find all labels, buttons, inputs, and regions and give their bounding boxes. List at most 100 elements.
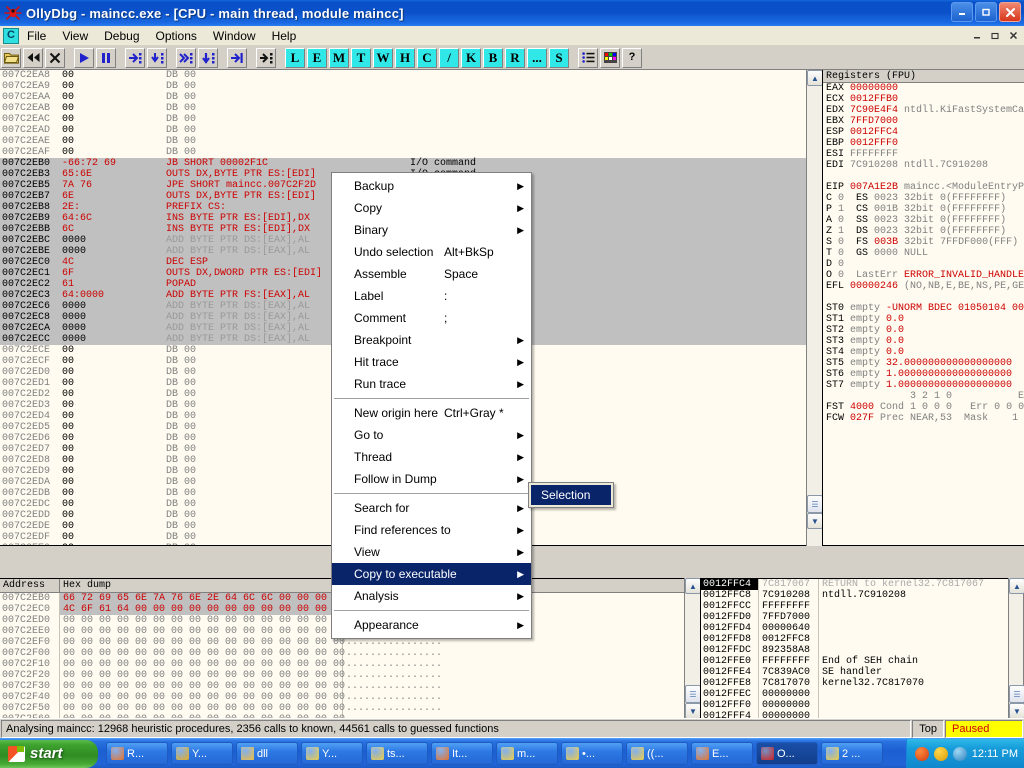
taskbar-button[interactable]: dll <box>236 742 298 765</box>
close-button[interactable] <box>999 2 1021 22</box>
disassembly-row[interactable]: 007C2EAE 00 DB 00 <box>0 136 821 147</box>
submenu-item-selection[interactable]: Selection <box>531 485 611 505</box>
trace-over-button[interactable] <box>198 47 218 68</box>
context-menu-item-analysis[interactable]: Analysis ▶ <box>332 585 531 607</box>
fpu-bit-header[interactable]: 3 2 1 0 E S P <box>823 391 1024 402</box>
patches-button[interactable]: / <box>439 47 459 68</box>
stack-row[interactable]: 0012FFD8 0012FFC8 <box>701 634 1024 645</box>
scroll-up-button[interactable]: ▲ <box>807 70 823 86</box>
menu-item-file[interactable]: File <box>19 27 54 45</box>
menu-item-help[interactable]: Help <box>264 27 305 45</box>
context-menu-item-copy-to-executable[interactable]: Copy to executable ▶ <box>332 563 531 585</box>
disassembly-row[interactable]: 007C2EAD 00 DB 00 <box>0 125 821 136</box>
stack-row[interactable]: 0012FFDC 892358A8 <box>701 645 1024 656</box>
step-over-button[interactable] <box>147 47 167 68</box>
context-menu-item-thread[interactable]: Thread ▶ <box>332 446 531 468</box>
call-stack-button[interactable]: K <box>461 47 481 68</box>
dump-row[interactable]: 007C2F20 00 00 00 00 00 00 00 00 00 00 00… <box>0 670 699 681</box>
disassembly-row[interactable]: 007C2EA8 00 DB 00 <box>0 70 821 81</box>
flag-p[interactable]: P 1 CS 001B 32bit 0(FFFFFFFF) <box>823 204 1024 215</box>
disassembly-row[interactable]: 007C2EAC 00 DB 00 <box>0 114 821 125</box>
source-button[interactable]: S <box>549 47 569 68</box>
context-menu-item-new-origin-here[interactable]: New origin here Ctrl+Gray * <box>332 402 531 424</box>
run-to-selection-button[interactable] <box>256 47 276 68</box>
copy-to-executable-submenu[interactable]: Selection <box>528 482 614 508</box>
mdi-minimize-button[interactable] <box>969 27 986 43</box>
minimize-button[interactable] <box>951 2 973 22</box>
dump-scroll-thumb[interactable]: ☰ <box>685 685 701 703</box>
context-menu-item-appearance[interactable]: Appearance ▶ <box>332 614 531 636</box>
volume-tray-icon[interactable] <box>952 746 967 761</box>
run-button[interactable] <box>74 47 94 68</box>
taskbar-button[interactable]: R... <box>106 742 168 765</box>
stack-row[interactable]: 0012FFD0 7FFD7000 <box>701 612 1024 623</box>
dump-header-address[interactable]: Address <box>0 579 60 592</box>
context-menu-item-assemble[interactable]: Assemble Space <box>332 263 531 285</box>
stack-row[interactable]: 0012FFE8 7C817070 kernel32.7C817070 <box>701 678 1024 689</box>
context-menu-item-label[interactable]: Label: <box>332 285 531 307</box>
register-esp[interactable]: ESP 0012FFC4 <box>823 127 1024 138</box>
mdi-close-button[interactable] <box>1005 27 1022 43</box>
fpu-st3[interactable]: ST3 empty 0.0 <box>823 336 1024 347</box>
log-window-button[interactable]: L <box>285 47 305 68</box>
register-efl[interactable]: EFL 00000246 (NO,NB,E,BE,NS,PE,GE <box>823 281 1024 292</box>
stack-scrollbar[interactable]: ▲ ☰ ▼ <box>1008 578 1024 719</box>
flag-c[interactable]: C 0 ES 0023 32bit 0(FFFFFFFF) <box>823 193 1024 204</box>
execute-till-return-button[interactable] <box>227 47 247 68</box>
register-fst[interactable]: FST 4000 Cond 1 0 0 0 Err 0 0 0 <box>823 402 1024 413</box>
disassembly-row[interactable]: 007C2EAA 00 DB 00 <box>0 92 821 103</box>
context-menu-item-find-references-to[interactable]: Find references to ▶ <box>332 519 531 541</box>
windows-button[interactable]: W <box>373 47 393 68</box>
stack-row[interactable]: 0012FFEC 00000000 <box>701 689 1024 700</box>
stack-pane[interactable]: 0012FFC4 7C817067 RETURN to kernel32.7C817… <box>700 578 1024 718</box>
taskbar-button[interactable]: m... <box>496 742 558 765</box>
tray-clock[interactable]: 12:11 PM <box>972 748 1018 760</box>
step-into-button[interactable] <box>125 47 145 68</box>
fpu-st5[interactable]: ST5 empty 32.000000000000000000 <box>823 358 1024 369</box>
context-menu-item-search-for[interactable]: Search for ▶ <box>332 497 531 519</box>
memory-map-button[interactable]: M <box>329 47 349 68</box>
context-menu-item-breakpoint[interactable]: Breakpoint ▶ <box>332 329 531 351</box>
fpu-st0[interactable]: ST0 empty -UNORM BDEC 01050104 00 <box>823 303 1024 314</box>
flag-z[interactable]: Z 1 DS 0023 32bit 0(FFFFFFFF) <box>823 226 1024 237</box>
taskbar-button[interactable]: O... <box>756 742 818 765</box>
menu-item-debug[interactable]: Debug <box>96 27 147 45</box>
stack-scroll-up-button[interactable]: ▲ <box>1009 578 1024 594</box>
close-program-button[interactable] <box>45 47 65 68</box>
cpu-button[interactable]: C <box>417 47 437 68</box>
run-trace-button[interactable]: ... <box>527 47 547 68</box>
dump-row[interactable]: 007C2F10 00 00 00 00 00 00 00 00 00 00 00… <box>0 659 699 670</box>
taskbar-button[interactable]: Y... <box>171 742 233 765</box>
stack-row[interactable]: 0012FFE4 7C839AC0 SE handler <box>701 667 1024 678</box>
context-menu-item-run-trace[interactable]: Run trace ▶ <box>332 373 531 395</box>
references-button[interactable]: R <box>505 47 525 68</box>
threads-button[interactable]: T <box>351 47 371 68</box>
menu-item-window[interactable]: Window <box>205 27 264 45</box>
question-icon[interactable]: ? <box>622 47 642 68</box>
fpu-st4[interactable]: ST4 empty 0.0 <box>823 347 1024 358</box>
messenger-tray-icon[interactable] <box>914 746 929 761</box>
register-edx[interactable]: EDX 7C90E4F4 ntdll.KiFastSystemCa <box>823 105 1024 116</box>
context-menu-item-comment[interactable]: Comment; <box>332 307 531 329</box>
flag-s[interactable]: S 0 FS 003B 32bit 7FFDF000(FFF) <box>823 237 1024 248</box>
list-icon[interactable] <box>578 47 598 68</box>
dump-header-hex[interactable]: Hex dump <box>60 579 343 592</box>
context-menu-item-undo-selection[interactable]: Undo selection Alt+BkSp <box>332 241 531 263</box>
fpu-st7[interactable]: ST7 empty 1.0000000000000000000 <box>823 380 1024 391</box>
smiley-tray-icon[interactable] <box>933 746 948 761</box>
open-module-button[interactable] <box>1 47 21 68</box>
register-esi[interactable]: ESI FFFFFFFF <box>823 149 1024 160</box>
register-edi[interactable]: EDI 7C910208 ntdll.7C910208 <box>823 160 1024 171</box>
context-menu-item-hit-trace[interactable]: Hit trace ▶ <box>332 351 531 373</box>
register-eax[interactable]: EAX 00000000 <box>823 83 1024 94</box>
context-menu-item-go-to[interactable]: Go to ▶ <box>332 424 531 446</box>
taskbar-button[interactable]: E... <box>691 742 753 765</box>
fpu-st1[interactable]: ST1 empty 0.0 <box>823 314 1024 325</box>
trace-into-button[interactable] <box>176 47 196 68</box>
stack-row[interactable]: 0012FFD4 00000640 <box>701 623 1024 634</box>
registers-pane[interactable]: Registers (FPU) EAX 00000000 ECX 0012FFB… <box>822 70 1024 546</box>
register-eip[interactable]: EIP 007A1E2B maincc.<ModuleEntryP <box>823 182 1024 193</box>
stack-scroll-thumb[interactable]: ☰ <box>1009 685 1024 703</box>
disassembly-context-menu[interactable]: Backup ▶ Copy ▶ Binary ▶ Undo selection Alt+BkS… <box>331 172 532 639</box>
flag-t[interactable]: T 0 GS 0000 NULL <box>823 248 1024 259</box>
